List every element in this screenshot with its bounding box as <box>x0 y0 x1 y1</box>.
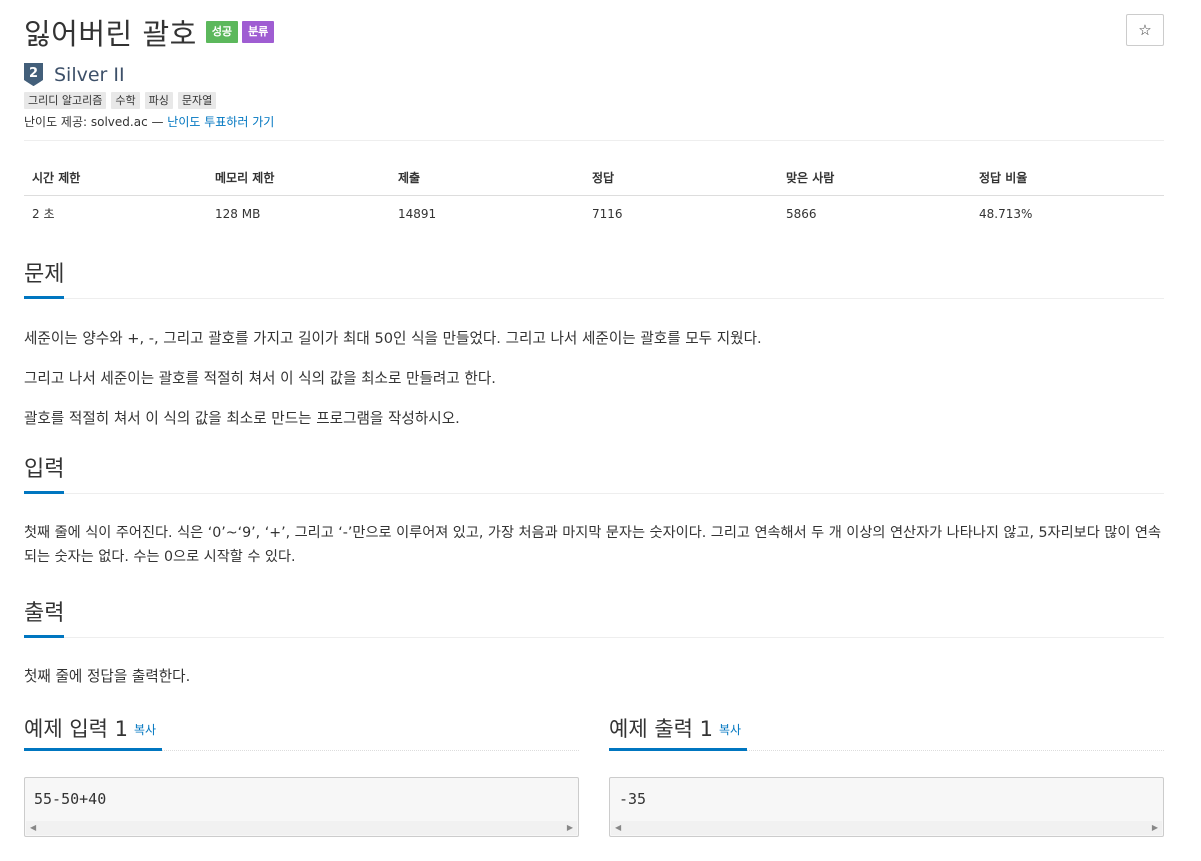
header-memory-limit: 메모리 제한 <box>215 171 275 185</box>
sample-output-box[interactable]: -35 ◀ ▶ <box>609 777 1164 837</box>
problem-paragraph: 그리고 나서 세준이는 괄호를 적절히 쳐서 이 식의 값을 최소로 만들려고 … <box>24 370 496 387</box>
difficulty-source: 난이도 제공: solved.ac — 난이도 투표하러 가기 <box>24 113 274 130</box>
value-memory-limit: 128 MB <box>215 207 261 221</box>
sample-input-content: 55-50+40 <box>34 790 107 808</box>
problem-section-header: 문제 <box>24 260 1164 299</box>
value-solved-users[interactable]: 5866 <box>778 196 971 232</box>
output-section-title: 출력 <box>24 601 65 626</box>
section-underline <box>24 491 64 494</box>
sample-input-title: 예제 입력 1 복사 <box>24 712 156 749</box>
header-accuracy: 정답 비율 <box>979 171 1028 185</box>
sample-output-title: 예제 출력 1 복사 <box>609 712 741 749</box>
problem-paragraph: 괄호를 적절히 쳐서 이 식의 값을 최소로 만드는 프로그램을 작성하시오. <box>24 410 460 427</box>
header-solved-users: 맞은 사람 <box>786 171 835 185</box>
source-prefix: 난이도 제공: solved.ac — <box>24 115 168 129</box>
value-time-limit: 2 초 <box>32 207 55 221</box>
title-row: 잃어버린 괄호 성공 분류 <box>24 12 275 52</box>
tier-number: 2 <box>29 66 38 81</box>
section-underline <box>24 296 64 299</box>
vote-link[interactable]: 난이도 투표하러 가기 <box>167 115 274 129</box>
sample-output: 예제 출력 1 복사 -35 ◀ ▶ <box>609 712 1164 837</box>
sample-output-title-text: 예제 출력 1 <box>609 717 713 741</box>
horizontal-scrollbar[interactable]: ◀ ▶ <box>26 821 577 835</box>
problem-paragraph: 세준이는 양수와 +, -, 그리고 괄호를 가지고 길이가 최대 50인 식을… <box>24 330 762 347</box>
divider <box>24 140 1164 141</box>
scroll-right-icon[interactable]: ▶ <box>567 823 573 832</box>
value-accepted[interactable]: 7116 <box>584 196 778 232</box>
info-table-row: 2 초 128 MB 14891 7116 5866 48.713% <box>24 196 1164 232</box>
star-button[interactable]: ☆ <box>1126 14 1164 46</box>
input-section-title: 입력 <box>24 457 65 482</box>
section-underline <box>24 635 64 638</box>
success-label[interactable]: 성공 <box>205 21 239 43</box>
output-section-header: 출력 <box>24 599 1164 638</box>
tag-item[interactable]: 파싱 <box>144 92 173 109</box>
horizontal-scrollbar[interactable]: ◀ ▶ <box>611 821 1162 835</box>
classify-label[interactable]: 분류 <box>242 21 275 43</box>
scroll-left-icon[interactable]: ◀ <box>30 823 36 832</box>
sample-output-content: -35 <box>619 790 647 808</box>
sample-input-box[interactable]: 55-50+40 ◀ ▶ <box>24 777 579 837</box>
sample-input: 예제 입력 1 복사 55-50+40 ◀ ▶ <box>24 712 579 837</box>
copy-button[interactable]: 복사 <box>134 723 156 737</box>
copy-button[interactable]: 복사 <box>719 723 741 737</box>
sample-input-title-text: 예제 입력 1 <box>24 717 128 741</box>
tag-item[interactable]: 문자열 <box>177 92 217 109</box>
value-accuracy: 48.713% <box>979 207 1033 221</box>
tag-item[interactable]: 그리디 알고리즘 <box>24 92 107 109</box>
header-submissions: 제출 <box>398 171 421 185</box>
tier-row[interactable]: 2 Silver II <box>24 62 125 88</box>
scroll-right-icon[interactable]: ▶ <box>1152 823 1158 832</box>
problem-title: 잃어버린 괄호 <box>24 17 197 51</box>
algorithm-tags: 그리디 알고리즘 수학 파싱 문자열 <box>24 92 221 109</box>
input-paragraph: 첫째 줄에 식이 주어진다. 식은 ‘0’~‘9’, ‘+’, 그리고 ‘-’만… <box>24 525 1161 565</box>
tier-name: Silver II <box>54 64 125 86</box>
header-time-limit: 시간 제한 <box>32 171 81 185</box>
problem-section-title: 문제 <box>24 262 65 287</box>
sample-output-header: 예제 출력 1 복사 <box>609 712 1164 751</box>
info-table-header: 시간 제한 메모리 제한 제출 정답 맞은 사람 정답 비율 <box>24 162 1164 196</box>
tag-item[interactable]: 수학 <box>111 92 140 109</box>
tier-shield-icon: 2 <box>24 63 43 87</box>
sample-input-header: 예제 입력 1 복사 <box>24 712 579 751</box>
section-underline <box>609 748 747 751</box>
scroll-left-icon[interactable]: ◀ <box>615 823 621 832</box>
section-underline <box>24 748 162 751</box>
input-section-header: 입력 <box>24 455 1164 494</box>
value-submissions[interactable]: 14891 <box>390 196 584 232</box>
info-table: 시간 제한 메모리 제한 제출 정답 맞은 사람 정답 비율 2 초 128 M… <box>24 162 1164 232</box>
output-paragraph: 첫째 줄에 정답을 출력한다. <box>24 668 191 685</box>
header-accepted: 정답 <box>592 171 615 185</box>
star-icon: ☆ <box>1138 21 1152 39</box>
